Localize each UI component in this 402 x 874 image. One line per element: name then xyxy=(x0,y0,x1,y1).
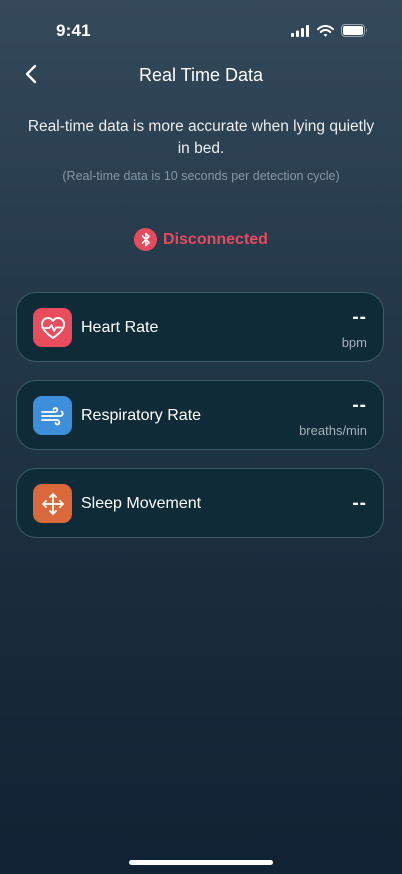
move-arrows-icon xyxy=(33,484,72,523)
respiratory-rate-card[interactable]: Respiratory Rate -- breaths/min xyxy=(16,380,384,450)
bluetooth-icon xyxy=(134,228,158,251)
battery-icon xyxy=(341,24,368,42)
heart-rate-card[interactable]: Heart Rate -- bpm xyxy=(16,292,384,362)
status-bar: 9:41 xyxy=(0,0,402,54)
heart-rate-value: -- xyxy=(352,307,367,328)
nav-bar: Real Time Data xyxy=(0,56,402,96)
sleep-movement-value: -- xyxy=(352,493,367,514)
respiratory-rate-label: Respiratory Rate xyxy=(81,407,202,424)
connection-status-text: Disconnected xyxy=(163,230,268,248)
wind-icon xyxy=(33,396,72,435)
status-icons xyxy=(291,24,368,42)
respiratory-rate-value: -- xyxy=(352,395,367,416)
heart-rate-icon xyxy=(33,308,72,347)
connection-status[interactable]: Disconnected xyxy=(0,228,402,251)
sleep-movement-card[interactable]: Sleep Movement -- xyxy=(16,468,384,538)
cellular-signal-icon xyxy=(291,24,310,42)
accuracy-hint: Real-time data is more accurate when lyi… xyxy=(27,118,375,157)
heart-rate-label: Heart Rate xyxy=(81,319,159,336)
respiratory-rate-unit: breaths/min xyxy=(299,423,367,438)
detection-cycle-note: (Real-time data is 10 seconds per detect… xyxy=(62,169,340,183)
wifi-icon xyxy=(317,24,334,42)
home-indicator[interactable] xyxy=(129,860,273,865)
page-title: Real Time Data xyxy=(138,65,264,85)
sleep-movement-label: Sleep Movement xyxy=(81,495,202,512)
status-time: 9:41 xyxy=(56,21,91,40)
heart-rate-unit: bpm xyxy=(341,335,367,350)
